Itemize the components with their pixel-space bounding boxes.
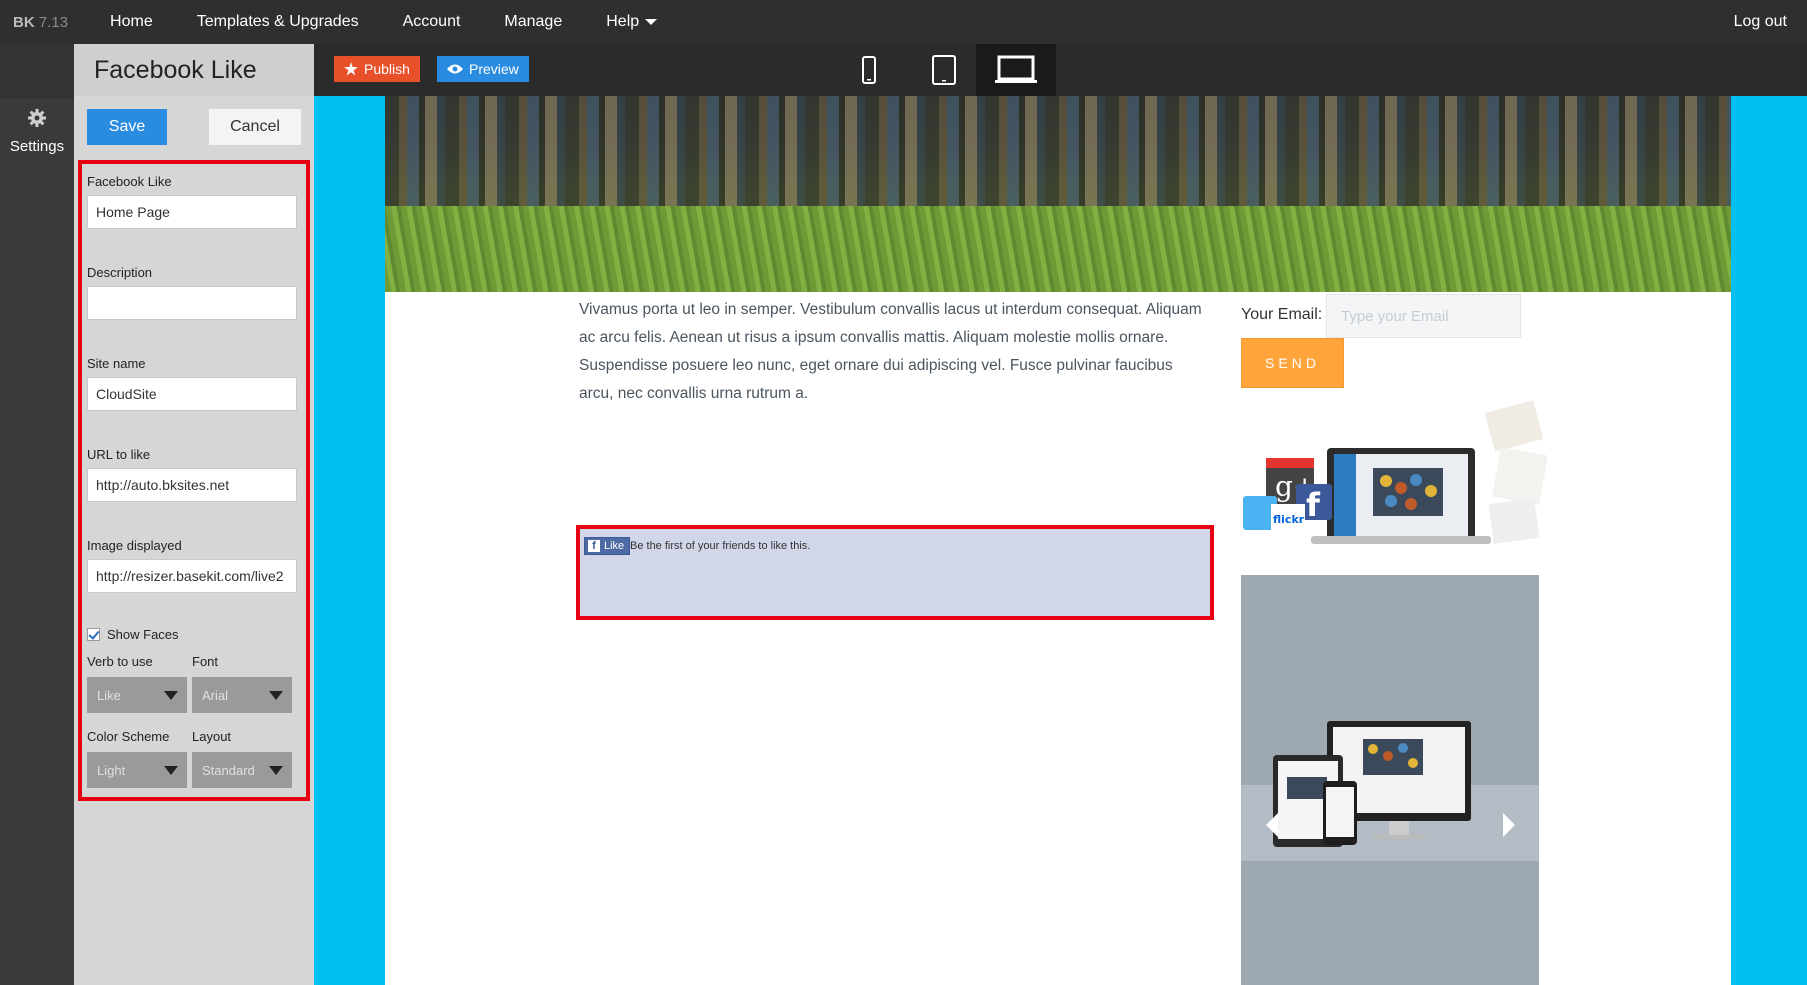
tablet-icon — [932, 55, 956, 85]
chevron-down-icon — [645, 19, 658, 25]
nav-help[interactable]: Help — [584, 0, 679, 44]
logout-link[interactable]: Log out — [1734, 0, 1787, 44]
preview-label: Preview — [469, 61, 519, 77]
url-to-like-input[interactable]: http://auto.bksites.net — [87, 468, 297, 502]
device-tablet-toggle[interactable] — [914, 44, 974, 96]
email-input[interactable]: Type your Email — [1326, 294, 1521, 338]
device-desktop-toggle[interactable] — [976, 44, 1056, 96]
preview-button[interactable]: Preview — [437, 56, 529, 82]
settings-label: Settings — [9, 138, 65, 155]
svg-text:f: f — [1306, 486, 1321, 524]
responsive-devices-image — [1273, 721, 1471, 847]
eye-icon — [447, 64, 463, 74]
font-label: Font — [192, 654, 219, 669]
brand-logo: BK — [13, 13, 35, 31]
email-label: Your Email: — [1241, 306, 1323, 323]
fb-like-text: Be the first of your friends to like thi… — [630, 540, 811, 552]
settings-panel: Facebook Like Save Cancel Facebook Like … — [74, 44, 314, 985]
brand-version: 7.13 — [38, 13, 69, 31]
dropdown-arrow-icon — [269, 766, 283, 775]
nav-help-label: Help — [606, 13, 640, 30]
laptop-icon — [995, 55, 1037, 83]
layout-label: Layout — [192, 729, 232, 744]
color-scheme-label: Color Scheme — [87, 729, 170, 744]
image-slider[interactable] — [1241, 575, 1539, 985]
save-button[interactable]: Save — [87, 109, 167, 145]
description-input[interactable] — [87, 286, 297, 320]
image-displayed-input[interactable]: http://resizer.basekit.com/live2 — [87, 559, 297, 593]
checkbox-checked-icon[interactable] — [87, 628, 100, 641]
left-rail: Settings — [0, 44, 74, 985]
social-devices-image[interactable]: g+ f flickr — [1241, 396, 1547, 556]
facebook-like-widget[interactable]: f Like Be the first of your friends to l… — [576, 525, 1214, 620]
facebook-icon: f — [588, 540, 600, 552]
color-scheme-value: Light — [97, 762, 126, 778]
font-select[interactable]: Arial — [192, 677, 292, 713]
nav-manage[interactable]: Manage — [482, 0, 584, 44]
nav-templates-upgrades[interactable]: Templates & Upgrades — [175, 0, 381, 44]
layout-value: Standard — [202, 762, 255, 778]
site-name-label: Site name — [87, 356, 146, 371]
nav-account[interactable]: Account — [381, 0, 483, 44]
svg-text:flickr: flickr — [1273, 513, 1305, 526]
top-navigation: BK 7.13 Home Templates & Upgrades Accoun… — [0, 0, 1807, 44]
layout-select[interactable]: Standard — [192, 752, 292, 788]
facebook-like-input[interactable]: Home Page — [87, 195, 297, 229]
nav-home[interactable]: Home — [98, 0, 175, 44]
gear-icon — [28, 109, 46, 127]
font-value: Arial — [202, 687, 229, 703]
publish-button[interactable]: Publish — [334, 56, 420, 82]
show-faces-label: Show Faces — [107, 627, 179, 642]
dropdown-arrow-icon — [164, 766, 178, 775]
site-name-input[interactable]: CloudSite — [87, 377, 297, 411]
verb-value: Like — [97, 687, 121, 703]
image-displayed-label: Image displayed — [87, 538, 182, 553]
cancel-button[interactable]: Cancel — [209, 109, 301, 145]
brand[interactable]: BK 7.13 — [13, 14, 68, 31]
phone-icon — [862, 56, 876, 84]
url-to-like-label: URL to like — [87, 447, 151, 462]
fb-like-button[interactable]: f Like — [584, 537, 631, 555]
page-canvas: Vivamus porta ut leo in semper. Vestibul… — [385, 96, 1731, 985]
fb-like-label: Like — [604, 540, 625, 552]
facebook-like-label: Facebook Like — [87, 174, 172, 189]
slider-next-arrow-icon[interactable] — [1503, 813, 1515, 837]
hero-image[interactable] — [385, 96, 1731, 292]
publish-label: Publish — [364, 61, 410, 77]
body-paragraph[interactable]: Vivamus porta ut leo in semper. Vestibul… — [579, 296, 1209, 408]
description-label: Description — [87, 265, 153, 280]
send-button[interactable]: SEND — [1241, 338, 1344, 388]
device-phone-toggle[interactable] — [844, 44, 894, 96]
verb-label: Verb to use — [87, 654, 153, 669]
facebook-like-form: Facebook Like Home Page Description Site… — [78, 160, 310, 801]
dropdown-arrow-icon — [269, 691, 283, 700]
slider-prev-arrow-icon[interactable] — [1266, 813, 1278, 837]
rail-settings-button[interactable]: Settings — [0, 108, 74, 155]
panel-title: Facebook Like — [74, 44, 314, 96]
star-burst-icon — [344, 62, 358, 76]
show-faces-checkbox[interactable]: Show Faces — [87, 627, 301, 642]
dropdown-arrow-icon — [164, 691, 178, 700]
editor-toolbar: Publish Preview — [314, 44, 1807, 96]
color-scheme-select[interactable]: Light — [87, 752, 187, 788]
verb-select[interactable]: Like — [87, 677, 187, 713]
